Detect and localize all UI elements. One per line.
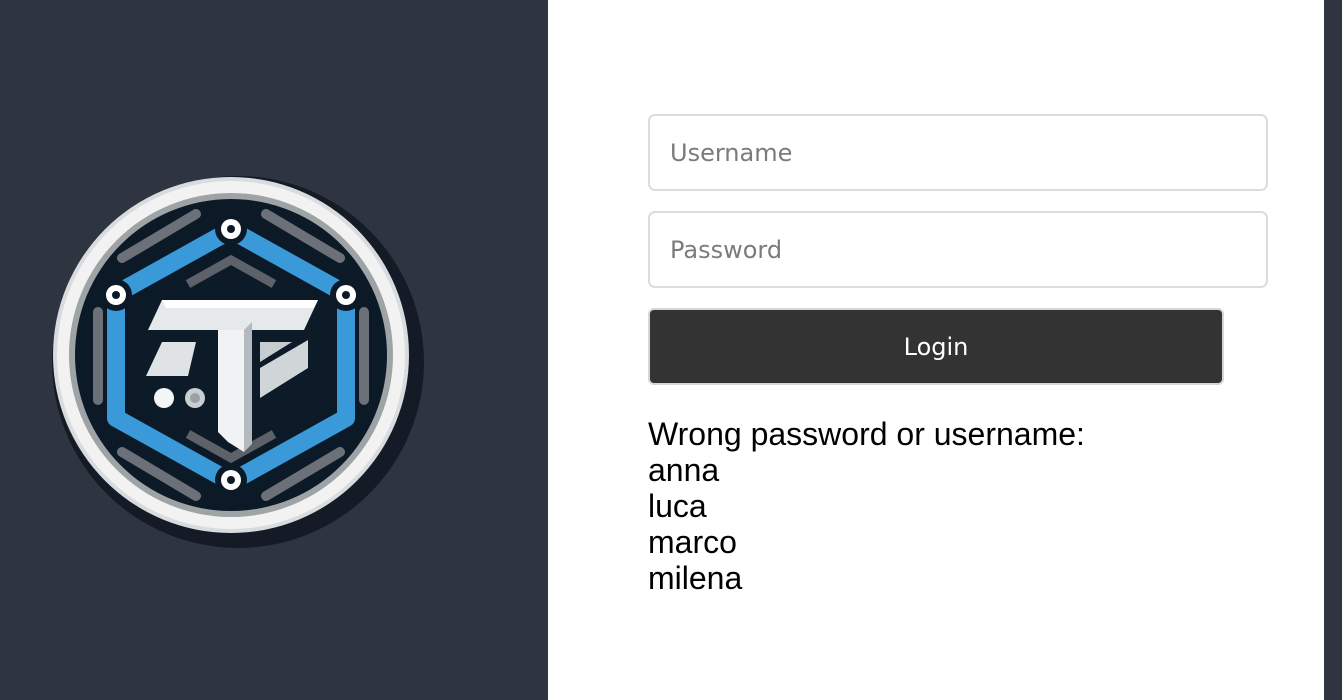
- logo-area: [0, 0, 548, 700]
- login-page: Login Wrong password or username: anna l…: [0, 0, 1342, 700]
- login-button[interactable]: Login: [648, 308, 1224, 385]
- user-list-item: marco: [648, 524, 737, 560]
- t-hexagon-logo: [52, 176, 424, 548]
- error-message: Wrong password or username: anna luca ma…: [648, 416, 1248, 596]
- user-list-item: milena: [648, 560, 743, 596]
- username-input[interactable]: [648, 114, 1268, 191]
- user-list-item: anna: [648, 452, 720, 488]
- login-panel: Login Wrong password or username: anna l…: [548, 0, 1324, 700]
- password-input[interactable]: [648, 211, 1268, 288]
- error-heading: Wrong password or username:: [648, 416, 1085, 452]
- user-list-item: luca: [648, 488, 707, 524]
